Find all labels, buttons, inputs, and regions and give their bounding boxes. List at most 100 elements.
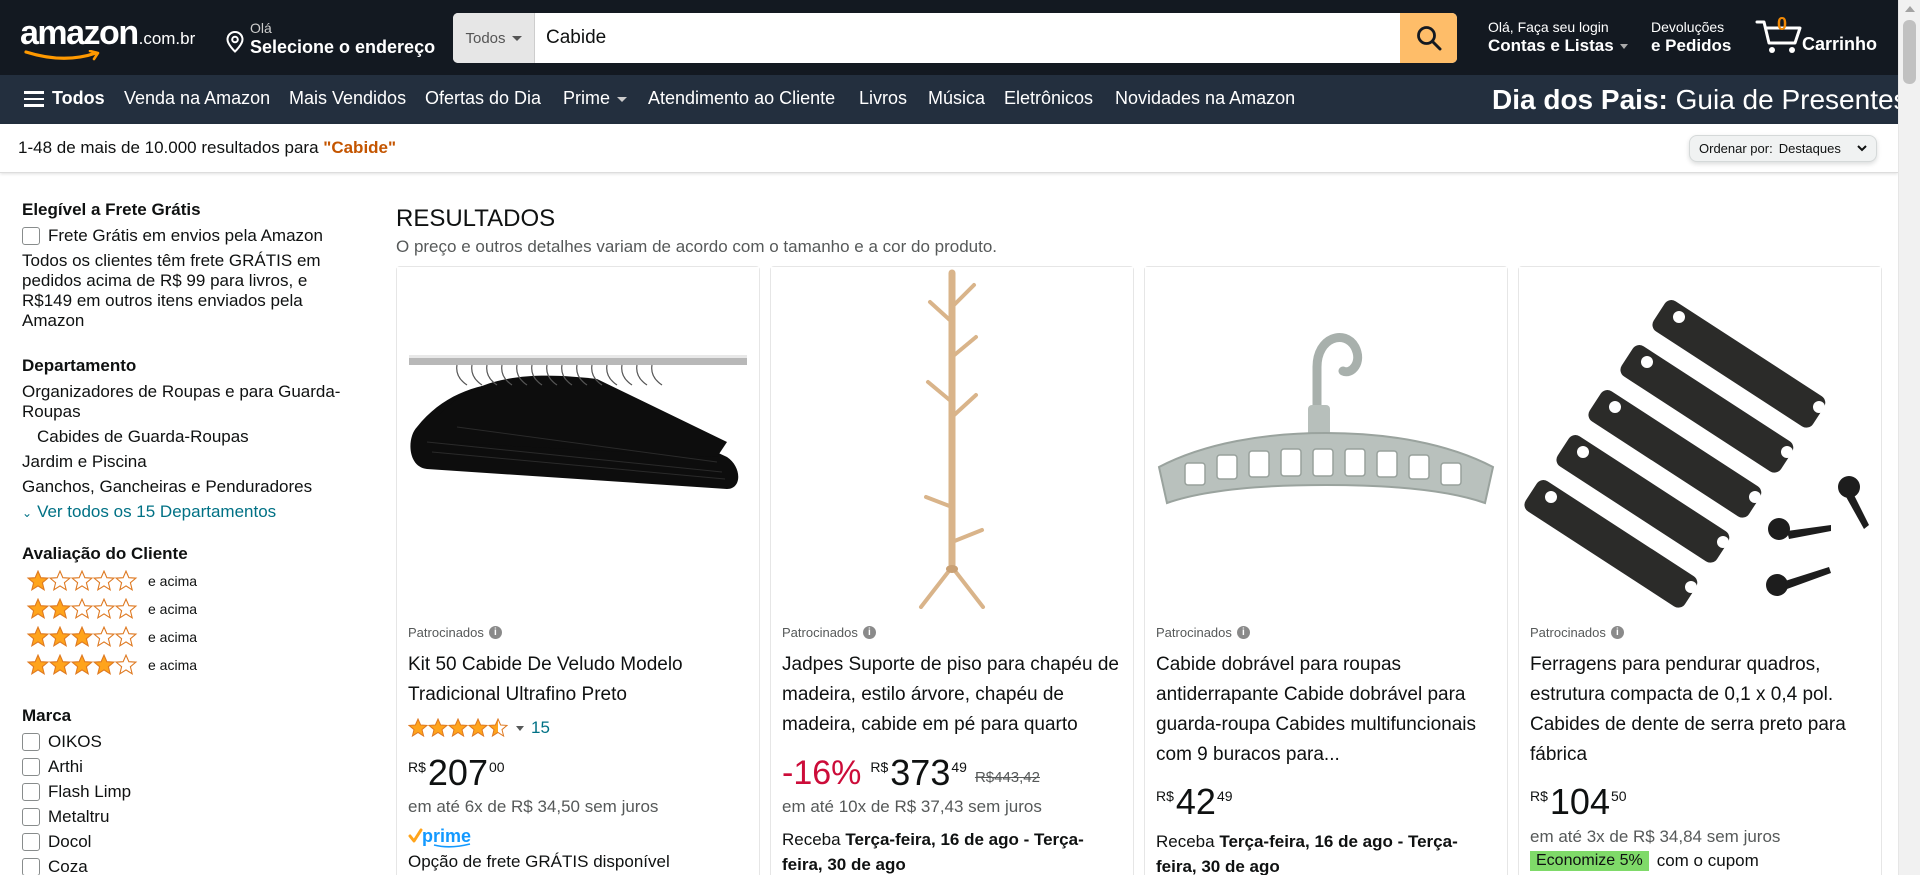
product-title[interactable]: Cabide dobrável para roupas antiderrapan… [1156, 650, 1498, 770]
price-whole: 373 [890, 752, 951, 793]
caret-down-icon [511, 35, 522, 41]
delivery-address[interactable]: Olá Selecione o endereço [226, 17, 436, 59]
product-price[interactable]: R$ 207 00 [408, 754, 505, 792]
product-title[interactable]: Ferragens para pendurar quadros, estrutu… [1530, 650, 1872, 770]
sub-nav: Todos Venda na Amazon Mais Vendidos Ofer… [0, 75, 1908, 124]
department-item[interactable]: Cabides de Guarda-Roupas [22, 427, 362, 447]
rating-filter-2-stars[interactable]: e acima [22, 598, 362, 620]
free-shipping-checkbox[interactable]: Frete Grátis em envios pela Amazon [22, 226, 362, 246]
delivery-prefix: Receba [782, 830, 846, 849]
product-image[interactable] [771, 267, 1133, 609]
brand-checkbox[interactable]: Arthi [22, 757, 362, 777]
product-card: Patrocinados i Jadpes Suporte de piso par… [770, 266, 1134, 875]
sort-dropdown[interactable]: Ordenar por: Destaques [1689, 135, 1877, 162]
nav-music[interactable]: Música [928, 88, 985, 109]
star-icon [26, 570, 138, 591]
department-item[interactable]: Jardim e Piscina [22, 452, 362, 472]
search-bar: Todos [453, 13, 1457, 63]
product-title[interactable]: Jadpes Suporte de piso para chapéu de ma… [782, 650, 1124, 740]
product-title[interactable]: Kit 50 Cabide De Veludo Modelo Tradicion… [408, 650, 750, 710]
search-category-select[interactable]: Todos [453, 13, 535, 63]
star-rating-icon [408, 718, 508, 738]
vertical-scrollbar[interactable] [1898, 0, 1920, 875]
results-count: 1-48 de mais de 10.000 resultados para "… [18, 138, 396, 158]
fathers-day-promo[interactable]: Dia dos Pais: Guia de Presentes [1492, 84, 1908, 116]
department-item[interactable]: Organizadores de Roupas e para Guarda-Ro… [22, 382, 362, 422]
scroll-thumb[interactable] [1903, 20, 1916, 84]
nav-books[interactable]: Livros [859, 88, 907, 109]
rating-filter-1-stars[interactable]: e acima [22, 570, 362, 592]
nav-new[interactable]: Novidades na Amazon [1115, 88, 1295, 109]
star-empty [70, 598, 94, 619]
all-menu-button[interactable]: Todos [24, 87, 105, 111]
star-empty [114, 654, 138, 675]
sort-label: Ordenar por: [1699, 141, 1773, 156]
star-filled [70, 654, 94, 675]
checkbox[interactable] [22, 833, 40, 851]
product-price[interactable]: R$ 104 50 [1530, 783, 1627, 821]
all-menu-label: Todos [52, 88, 105, 109]
brand-label: Coza [48, 857, 88, 875]
info-icon: i [1610, 626, 1624, 639]
product-image[interactable] [1145, 267, 1507, 609]
product-rating[interactable]: 15 [408, 718, 550, 738]
star-empty [92, 626, 116, 647]
product-image[interactable] [1519, 267, 1881, 609]
nav-customer-service[interactable]: Atendimento ao Cliente [648, 88, 835, 109]
brand-checkbox[interactable]: OIKOS [22, 732, 362, 752]
account-lists[interactable]: Olá, Faça seu login Contas e Listas [1488, 19, 1628, 56]
brand-checkbox[interactable]: Coza [22, 857, 362, 875]
rating-filter-4-stars[interactable]: e acima [22, 654, 362, 676]
cart-button[interactable]: 0 Carrinho [1755, 12, 1895, 62]
nav-sell[interactable]: Venda na Amazon [124, 88, 270, 109]
department-filter: Departamento Organizadores de Roupas e p… [22, 356, 362, 528]
product-price[interactable]: -16% R$ 373 49 R$443,42 [782, 752, 1040, 793]
checkbox[interactable] [22, 858, 40, 875]
nav-deals[interactable]: Ofertas do Dia [425, 88, 541, 109]
checkbox[interactable] [22, 758, 40, 776]
star-filled [92, 654, 116, 675]
sponsored-text: Patrocinados [408, 625, 484, 640]
delivery-prefix: Receba [1156, 832, 1220, 851]
sponsored-label[interactable]: Patrocinados i [408, 625, 502, 640]
star-empty [92, 598, 116, 619]
search-button[interactable] [1400, 13, 1457, 63]
results-bar: 1-48 de mais de 10.000 resultados para "… [0, 124, 1898, 173]
nav-prime[interactable]: Prime [563, 88, 628, 109]
rating-filter-3-stars[interactable]: e acima [22, 626, 362, 648]
search-input[interactable] [535, 13, 1400, 63]
info-icon: i [1236, 626, 1250, 639]
checkbox[interactable] [22, 227, 40, 245]
see-all-label: Ver todos os 15 Departamentos [37, 502, 277, 521]
see-all-departments[interactable]: ⌄ Ver todos os 15 Departamentos [22, 502, 362, 523]
coupon[interactable]: Economize 5% com o cupom [1530, 851, 1759, 871]
currency: R$ [1156, 788, 1174, 804]
sponsored-label[interactable]: Patrocinados i [1156, 625, 1250, 640]
sort-value: Destaques [1778, 141, 1841, 156]
product-image[interactable] [397, 267, 759, 609]
product-price[interactable]: R$ 42 49 [1156, 783, 1233, 821]
checkbox[interactable] [22, 783, 40, 801]
star-filled [48, 654, 72, 675]
brand-checkbox[interactable]: Docol [22, 832, 362, 852]
sponsored-label[interactable]: Patrocinados i [1530, 625, 1624, 640]
scroll-up-arrow-icon[interactable] [1905, 6, 1915, 12]
department-item[interactable]: Ganchos, Gancheiras e Penduradores [22, 477, 362, 497]
returns-orders[interactable]: Devoluções e Pedidos [1651, 19, 1741, 56]
checkbox[interactable] [22, 808, 40, 826]
checkbox[interactable] [22, 733, 40, 751]
velvet-hangers-image [397, 267, 759, 609]
sponsored-label[interactable]: Patrocinados i [782, 625, 876, 640]
nav-best-sellers[interactable]: Mais Vendidos [289, 88, 406, 109]
brand-checkbox[interactable]: Metaltru [22, 807, 362, 827]
price-whole: 42 [1175, 781, 1216, 822]
search-category-label: Todos [465, 29, 506, 47]
orders-label: e Pedidos [1651, 36, 1732, 55]
amazon-logo[interactable]: amazon.com.br [20, 14, 210, 61]
star-icon [26, 626, 138, 647]
brand-checkbox[interactable]: Flash Limp [22, 782, 362, 802]
delivery-estimate: Receba Terça-feira, 16 de ago - Terça-fe… [782, 827, 1122, 875]
nav-prime-label: Prime [563, 88, 611, 108]
nav-electronics[interactable]: Eletrônicos [1004, 88, 1093, 109]
star-filled [70, 626, 94, 647]
